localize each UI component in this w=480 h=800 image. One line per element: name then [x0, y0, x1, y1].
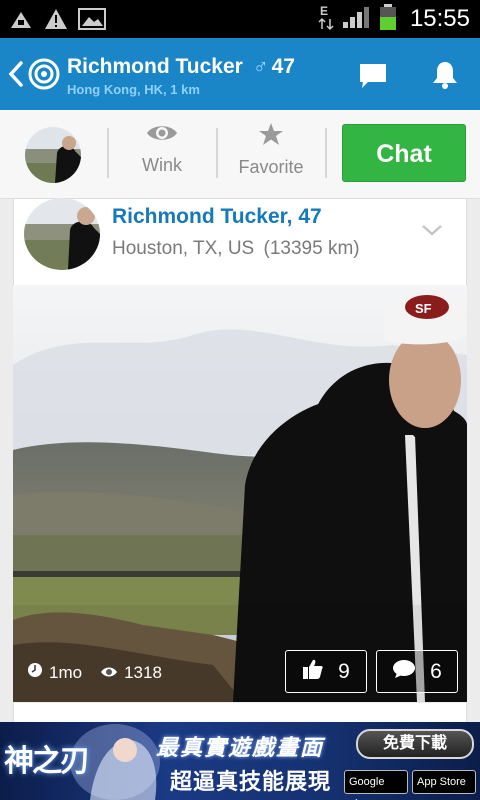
star-icon: [258, 123, 284, 150]
wink-button[interactable]: Wink: [112, 122, 212, 176]
post-distance: (13395 km): [263, 238, 360, 259]
favorite-button[interactable]: Favorite: [221, 122, 321, 178]
post-author-name[interactable]: Richmond Tucker, 47: [112, 205, 322, 229]
app-logo-icon[interactable]: [28, 58, 60, 90]
message-icon[interactable]: [358, 62, 388, 95]
divider: [107, 128, 109, 178]
thumbs-up-icon: [302, 658, 324, 686]
app-header: Richmond Tucker ♂ 47 Hong Kong, HK, 1 km: [0, 38, 480, 110]
post-age: 1mo: [49, 662, 83, 682]
signal-icon: [342, 5, 372, 34]
back-arrow-icon[interactable]: [8, 60, 24, 93]
image-icon: [78, 8, 106, 35]
ad-download-button[interactable]: 免費下載: [356, 729, 474, 759]
chevron-down-icon[interactable]: [420, 222, 444, 243]
divider: [325, 128, 327, 178]
post-location: Houston, TX, US (13395 km): [112, 238, 360, 260]
ad-headline: 最真實遊戲畫面: [156, 735, 325, 760]
comment-count: 6: [430, 659, 442, 683]
favorite-label: Favorite: [238, 157, 304, 177]
post-meta: 1mo 1318: [27, 662, 162, 683]
next-post-card: [13, 703, 467, 723]
ad-banner[interactable]: 神之刃 最真實遊戲畫面 超逼真技能展現 免費下載 Google play App…: [0, 722, 480, 800]
app-store-badge[interactable]: App Store: [412, 770, 476, 794]
status-bar: E 15:55: [0, 0, 480, 38]
post-avatar[interactable]: [24, 198, 100, 270]
clock-icon: [27, 662, 43, 683]
chat-button[interactable]: Chat: [342, 124, 466, 182]
post-photo[interactable]: SF: [13, 285, 467, 702]
avatar[interactable]: [25, 127, 81, 183]
ad-subline: 超逼真技能展現: [170, 769, 332, 794]
like-count: 9: [338, 659, 350, 683]
bell-icon[interactable]: [431, 60, 459, 95]
eye-icon: [145, 126, 179, 148]
google-play-badge[interactable]: Google play: [344, 770, 408, 800]
like-button[interactable]: 9: [285, 650, 367, 693]
header-title: Richmond Tucker ♂ 47: [67, 55, 295, 79]
wink-label: Wink: [142, 155, 182, 175]
usb-debug-icon: [8, 8, 34, 35]
svg-text:SF: SF: [415, 301, 432, 316]
post-city: Houston, TX, US: [112, 238, 255, 259]
header-location: Hong Kong, HK, 1 km: [67, 82, 200, 97]
views-count: 1318: [124, 662, 162, 682]
clock-time: 15:55: [409, 5, 470, 32]
views-eye-icon: [100, 663, 118, 683]
warning-icon: [44, 8, 68, 35]
gender-icon: ♂ 47: [252, 55, 295, 78]
ad-brand: 神之刃: [4, 744, 90, 779]
divider: [216, 128, 218, 178]
battery-icon: [378, 3, 398, 36]
header-age: 47: [271, 55, 295, 78]
comment-button[interactable]: 6: [376, 650, 458, 693]
svg-text:E: E: [320, 4, 328, 18]
header-name: Richmond Tucker: [67, 55, 243, 78]
comment-bubble-icon: [392, 659, 416, 685]
data-e-icon: E: [318, 3, 336, 36]
